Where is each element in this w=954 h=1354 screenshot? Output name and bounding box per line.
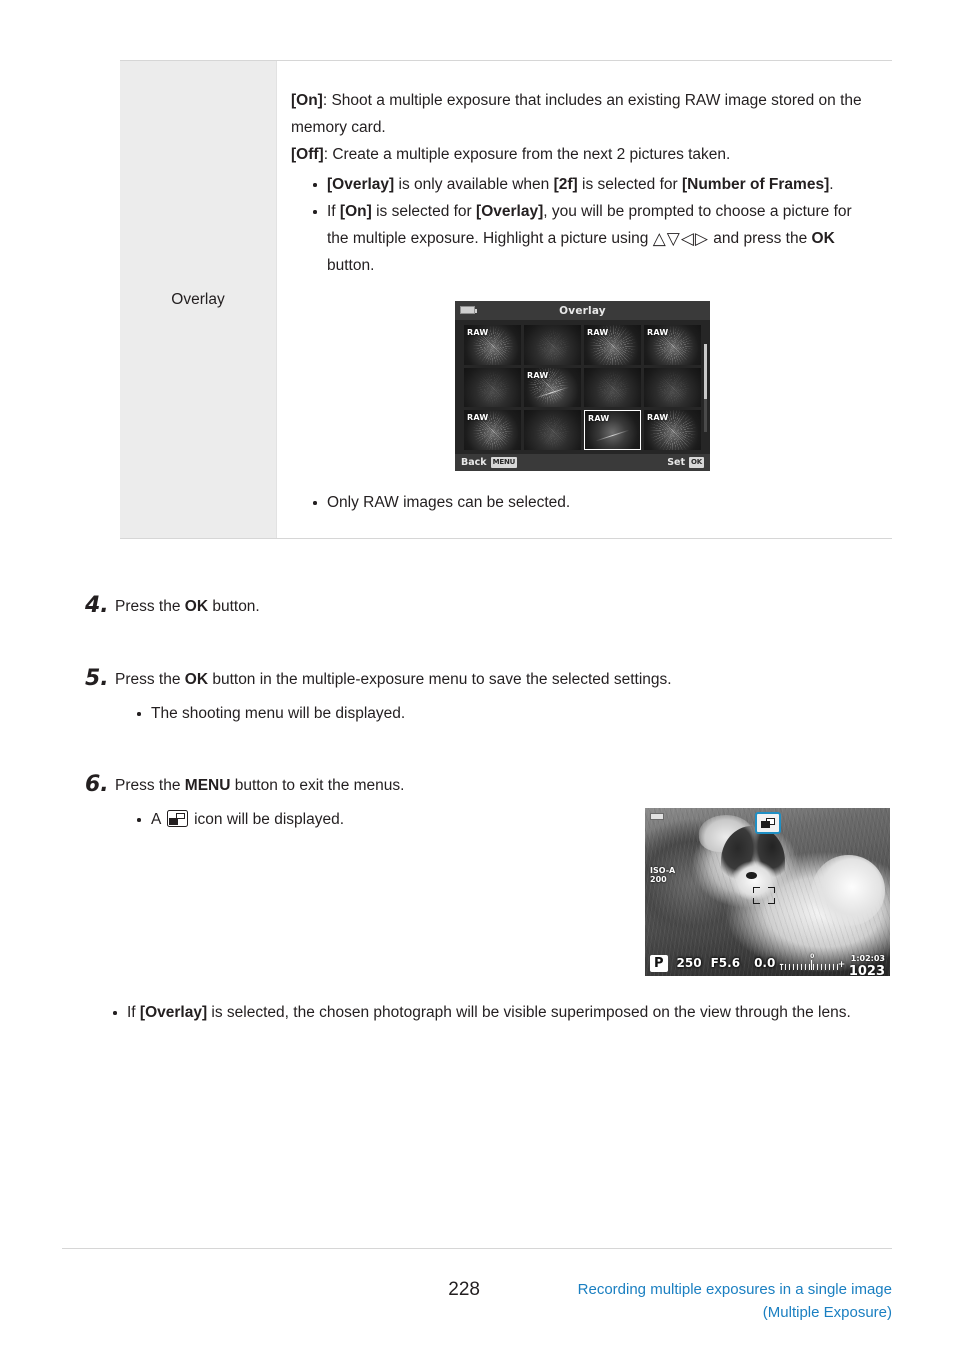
step-5-bullets: The shooting menu will be displayed. [115,700,895,727]
exposure-scale-zero: 0 [810,953,815,960]
back-label: Back [461,457,487,468]
raw-badge: RAW [647,413,669,423]
bullet-overlay-choose-picture: If [On] is selected for [Overlay], you w… [313,198,874,279]
final-note-bullets: If [Overlay] is selected, the chosen pho… [113,999,895,1026]
step-4-number: 4. [85,593,109,618]
af-target-icon [752,886,775,904]
thumbnail-item-selected[interactable]: RAW [584,410,641,450]
step-4-body: Press the OK button. [115,595,895,619]
overlay-screen-footer: Back MENU Set OK [455,454,710,471]
multiple-exposure-icon [166,810,188,827]
iso-value: 200 [650,875,667,884]
thumbnail-item[interactable] [464,367,521,408]
thumbnail-item[interactable]: RAW [584,325,641,365]
liveview-preview: ISO-A 200 P 250 F5.6 0.0 0 – + 1:02:03 1… [645,808,890,976]
running-title-line-1: Recording multiple exposures in a single… [577,1281,892,1298]
raw-badge: RAW [467,328,489,337]
running-title-line-2: (Multiple Exposure) [762,1304,892,1321]
overlay-selection-screen: Overlay RAW RAW RAW RAW RAW RAW RAW Back… [455,301,710,471]
multiple-exposure-indicator-icon [754,812,781,834]
back-action[interactable]: Back MENU [461,457,518,468]
iso-mode: ISO-A [650,866,676,875]
thumbnail-item[interactable] [644,367,701,408]
thumbnail-item[interactable] [584,367,641,408]
bullet-icon-displayed: A icon will be displayed. [137,806,645,833]
overlay-scrollbar[interactable] [704,344,707,432]
running-title: Recording multiple exposures in a single… [534,1278,892,1324]
step-6-text: Press the MENU button to exit the menus. [115,777,405,794]
raw-badge: RAW [588,414,610,424]
step-4: 4. Press the OK button. [85,595,895,619]
exposure-scale: 0 – + [779,953,845,970]
shutter-speed: 250 [676,956,702,970]
step-6-bullets: A icon will be displayed. [115,806,645,833]
overlay-screen-titlebar: Overlay [455,301,710,320]
set-label: Set [667,457,686,468]
off-keyword: [Off] [291,146,324,163]
bullet-raw-only: Only RAW images can be selected. [313,489,874,516]
table-row-label-cell: Overlay [120,61,277,538]
ok-key-icon: OK [689,457,704,468]
thumbnail-item[interactable]: RAW [644,410,701,450]
final-note-body: If [Overlay] is selected, the chosen pho… [113,996,895,1026]
on-keyword: [On] [291,92,323,109]
bullet-prefix: A [151,811,161,828]
set-action[interactable]: Set OK [667,457,704,468]
spec-table: Overlay [On]: Shoot a multiple exposure … [120,60,892,539]
liveview-remaining-info: 1:02:03 1023 [849,950,885,977]
raw-badge: RAW [647,328,669,337]
menu-key-icon: MENU [490,457,518,468]
iso-indicator: ISO-A 200 [650,866,675,884]
table-row-body-cell: [On]: Shoot a multiple exposure that inc… [277,61,892,538]
final-note: If [Overlay] is selected, the chosen pho… [113,996,895,1026]
raw-badge: RAW [467,413,489,423]
thumbnail-item[interactable]: RAW [524,367,581,408]
step-5-body: Press the OK button in the multiple-expo… [115,668,895,727]
step-5-number: 5. [85,666,109,691]
step-6: 6. Press the MENU button to exit the men… [85,774,645,833]
liveview-info-bar: P 250 F5.6 0.0 0 – + 1:02:03 1023 [645,950,890,976]
overlay-thumbnail-grid: RAW RAW RAW RAW RAW RAW RAW [464,325,701,450]
aperture-value: F5.6 [710,956,741,970]
step-6-number: 6. [85,772,109,797]
page-footer: 228 Recording multiple exposures in a si… [62,1278,892,1324]
battery-icon [460,306,477,314]
on-description: : Shoot a multiple exposure that include… [291,92,862,136]
raw-badge: RAW [527,370,549,380]
table-bullet-list: [Overlay] is only available when [2f] is… [291,171,874,279]
bullet-shooting-menu: The shooting menu will be displayed. [137,700,895,727]
recording-time-remaining: 1:02:03 [850,953,885,963]
exposure-compensation-value: 0.0 [754,956,776,970]
paragraph-off: [Off]: Create a multiple exposure from t… [291,141,874,168]
overlay-thumbnail-area: RAW RAW RAW RAW RAW RAW RAW [455,320,710,454]
raw-badge: RAW [587,328,609,337]
overlay-screen-title: Overlay [559,304,606,317]
thumbnail-item[interactable]: RAW [464,410,521,450]
page-number: 228 [448,1279,480,1300]
step-5-text: Press the OK button in the multiple-expo… [115,671,672,688]
liveview-boy [811,855,886,926]
direction-arrows-icon: △▽◁▷ [652,229,709,248]
footer-divider [62,1248,892,1249]
thumbnail-item[interactable]: RAW [464,325,521,365]
battery-icon [650,813,664,820]
table-row-label: Overlay [171,290,225,308]
shots-remaining: 1023 [848,963,885,977]
thumbnail-item[interactable]: RAW [644,325,701,365]
table-bullet-list-after-image: Only RAW images can be selected. [291,489,874,516]
exposure-scale-plus: + [837,960,846,970]
shooting-mode-badge: P [650,954,668,972]
step-4-text: Press the OK button. [115,598,260,615]
thumbnail-item[interactable] [524,410,581,450]
paragraph-on: [On]: Shoot a multiple exposure that inc… [291,87,874,141]
bullet-suffix: icon will be displayed. [194,811,345,828]
thumbnail-item[interactable] [524,325,581,365]
step-5: 5. Press the OK button in the multiple-e… [85,668,895,727]
bullet-overlay-superimposed: If [Overlay] is selected, the chosen pho… [113,999,895,1026]
step-6-body: Press the MENU button to exit the menus.… [115,774,645,833]
off-description: : Create a multiple exposure from the ne… [323,146,731,163]
bullet-overlay-availability: [Overlay] is only available when [2f] is… [313,171,874,198]
